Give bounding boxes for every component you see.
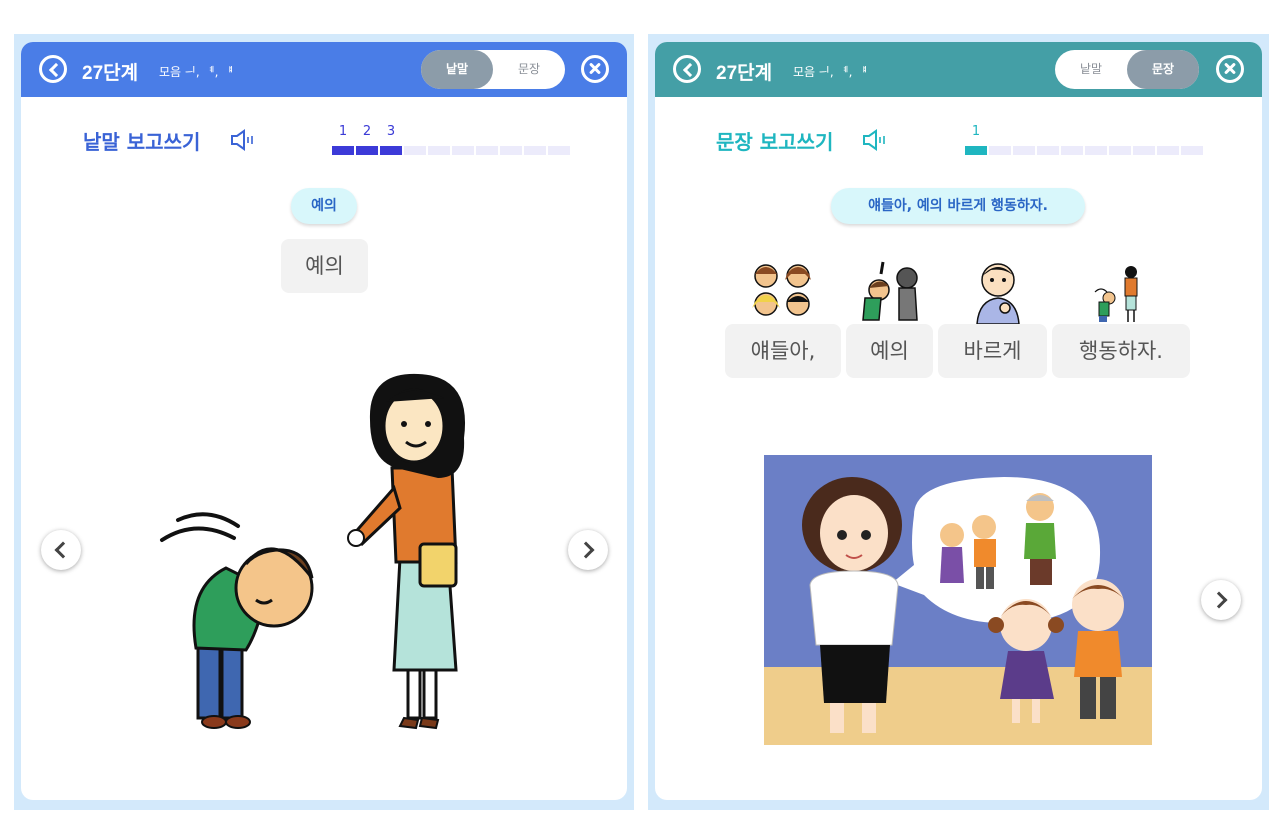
toggle-sentence[interactable]: 문장 <box>493 50 565 89</box>
progress-segment <box>380 146 402 155</box>
progress-segment <box>1109 146 1131 155</box>
progress-segment <box>356 146 378 155</box>
progress-segment <box>965 146 987 155</box>
boy-bowing-illustration <box>160 373 466 730</box>
progress-segment <box>524 146 546 155</box>
progress-number: 1 <box>971 124 981 139</box>
progress-segment <box>1037 146 1059 155</box>
progress-number: 3 <box>386 124 396 139</box>
mode-toggle: 낱말 문장 <box>1055 50 1199 89</box>
progress-segment <box>500 146 522 155</box>
children-icon <box>752 264 811 316</box>
word-card[interactable]: 얘들아, <box>725 324 841 378</box>
back-icon[interactable] <box>39 55 67 83</box>
word-practice-panel: 27단계 모음 ᅴ, ᅨ, ᅤ 낱말 문장 낱말 보고쓰기 1 2 3 예의 예… <box>14 34 634 810</box>
word-card[interactable]: 행동하자. <box>1052 324 1190 378</box>
word-card[interactable]: 예의 <box>846 324 933 378</box>
prev-button[interactable] <box>41 530 81 570</box>
vowel-label: 모음 ᅴ, ᅨ, ᅤ <box>793 65 868 79</box>
toggle-word[interactable]: 낱말 <box>421 50 493 89</box>
progress-segment <box>1085 146 1107 155</box>
progress-segment <box>1133 146 1155 155</box>
answer-box[interactable]: 예의 <box>281 239 368 293</box>
toggle-sentence[interactable]: 문장 <box>1127 50 1199 89</box>
sentence-practice-panel: 27단계 모음 ᅴ, ᅨ, ᅤ 낱말 문장 문장 보고쓰기 1 얘들아, 예의 … <box>648 34 1269 810</box>
progress-segment <box>1061 146 1083 155</box>
target-word-pill[interactable]: 예의 <box>291 188 357 224</box>
progress-number: 2 <box>362 124 372 139</box>
header-bar: 27단계 모음 ᅴ, ᅨ, ᅤ 낱말 문장 <box>655 42 1262 97</box>
target-sentence-pill[interactable]: 얘들아, 예의 바르게 행동하자. <box>831 188 1085 224</box>
close-icon[interactable] <box>581 55 609 83</box>
close-icon[interactable] <box>1216 55 1244 83</box>
section-title: 문장 보고쓰기 <box>716 130 834 154</box>
teacher-scene-illustration <box>764 455 1152 745</box>
bowing-to-adult-icon <box>1094 266 1138 322</box>
thinking-boy-icon <box>976 263 1020 324</box>
progress-segment <box>404 146 426 155</box>
level-title: 27단계 <box>82 63 139 84</box>
progress-segment <box>1157 146 1179 155</box>
progress-segment <box>476 146 498 155</box>
progress-number: 1 <box>338 124 348 139</box>
back-icon[interactable] <box>673 55 701 83</box>
sentence-practice-card: 27단계 모음 ᅴ, ᅨ, ᅤ 낱말 문장 문장 보고쓰기 1 얘들아, 예의 … <box>655 42 1262 800</box>
progress-segment <box>332 146 354 155</box>
next-button[interactable] <box>1201 580 1241 620</box>
level-title: 27단계 <box>716 63 773 84</box>
next-button[interactable] <box>568 530 608 570</box>
section-title: 낱말 보고쓰기 <box>83 130 201 154</box>
progress-segment <box>428 146 450 155</box>
progress-segment <box>1181 146 1203 155</box>
progress-segment <box>989 146 1011 155</box>
speaker-icon[interactable] <box>861 128 891 152</box>
word-practice-card: 27단계 모음 ᅴ, ᅨ, ᅤ 낱말 문장 낱말 보고쓰기 1 2 3 예의 예… <box>21 42 627 800</box>
word-card[interactable]: 바르게 <box>938 324 1047 378</box>
bowing-icon <box>862 261 918 321</box>
progress-segment <box>548 146 570 155</box>
progress-segment <box>1013 146 1035 155</box>
mode-toggle: 낱말 문장 <box>421 50 565 89</box>
header-bar: 27단계 모음 ᅴ, ᅨ, ᅤ 낱말 문장 <box>21 42 627 97</box>
progress-segment <box>452 146 474 155</box>
toggle-word[interactable]: 낱말 <box>1055 50 1127 89</box>
vowel-label: 모음 ᅴ, ᅨ, ᅤ <box>159 65 234 79</box>
speaker-icon[interactable] <box>229 128 259 152</box>
